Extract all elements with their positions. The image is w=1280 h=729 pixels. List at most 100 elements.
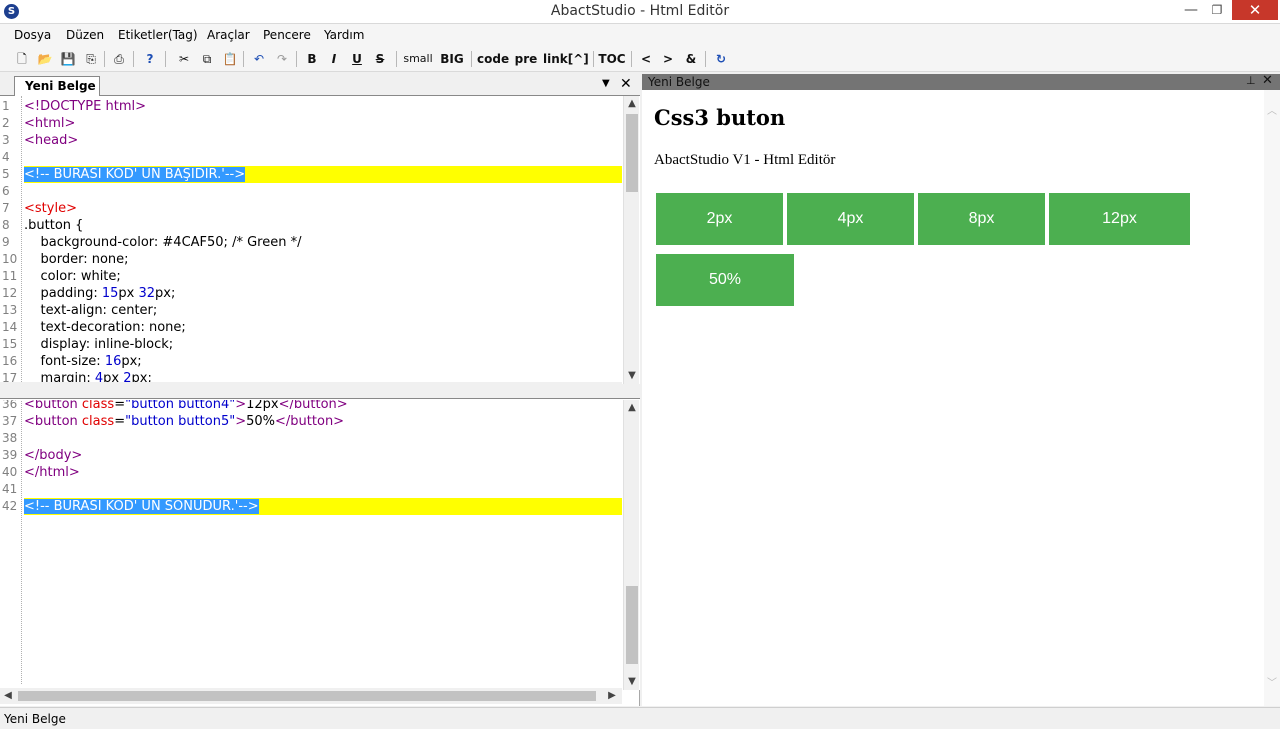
small-button[interactable]: small <box>402 49 434 69</box>
vertical-scrollbar[interactable]: ▲ ▼ <box>623 400 639 690</box>
maximize-button[interactable]: ❐ <box>1206 0 1228 20</box>
code-editor-top[interactable]: 1 2 3 4 5 6 7 8 9 10 11 12 13 14 15 16 17 <!DOCTYPE html… <box>0 96 640 384</box>
big-button[interactable]: BIG <box>439 49 465 69</box>
code-token: <button <box>24 400 82 412</box>
scroll-up-icon[interactable]: ▲ <box>624 96 640 112</box>
menu-araclar[interactable]: Araçlar <box>207 28 250 42</box>
code-line[interactable]: </html> <box>24 464 622 481</box>
code-line[interactable] <box>24 183 622 200</box>
code-token: border: none; <box>24 252 129 267</box>
scroll-up-icon[interactable]: ▲ <box>624 400 640 416</box>
menu-dosya[interactable]: Dosya <box>14 28 51 42</box>
code-line[interactable]: color: white; <box>24 268 622 285</box>
undo-icon[interactable]: ↶ <box>250 49 268 69</box>
code-line[interactable]: text-decoration: none; <box>24 319 622 336</box>
scroll-down-icon[interactable]: ﹀ <box>1264 676 1280 692</box>
bold-button[interactable]: B <box>304 49 320 69</box>
code-text-area[interactable]: <!DOCTYPE html> <html> <head> <!-- BURASI K… <box>24 96 622 384</box>
cut-icon[interactable]: ✂ <box>175 49 193 69</box>
code-line[interactable]: <!DOCTYPE html> <box>24 98 622 115</box>
code-line[interactable]: <style> <box>24 200 622 217</box>
redo-icon[interactable]: ↷ <box>273 49 291 69</box>
scroll-down-icon[interactable]: ▼ <box>624 674 640 690</box>
save-icon[interactable]: 💾 <box>59 49 77 69</box>
code-line[interactable]: text-align: center; <box>24 302 622 319</box>
link-button[interactable]: link[^] <box>543 49 589 69</box>
code-line[interactable]: <head> <box>24 132 622 149</box>
tab-list-dropdown-icon[interactable]: ▼ <box>602 78 610 89</box>
code-line[interactable]: border: none; <box>24 251 622 268</box>
scroll-right-icon[interactable]: ▶ <box>604 688 620 704</box>
greater-than-button[interactable]: > <box>660 49 676 69</box>
underline-button[interactable]: U <box>349 49 365 69</box>
scroll-left-icon[interactable]: ◀ <box>0 688 16 704</box>
code-line[interactable]: <!-- BURASI KOD' UN BAŞIDIR.'--> <box>24 166 622 183</box>
menu-etiketler[interactable]: Etiketler(Tag) <box>118 28 198 42</box>
code-token: display: inline-block; <box>24 337 174 352</box>
tab-yeni-belge[interactable]: Yeni Belge * <box>14 76 100 111</box>
code-line[interactable] <box>24 149 622 166</box>
italic-button[interactable]: I <box>326 49 342 69</box>
toolbar-separator <box>471 51 472 67</box>
code-token: <html> <box>24 116 76 131</box>
code-token: color: white; <box>24 269 121 284</box>
scroll-up-icon[interactable]: ︿ <box>1264 104 1280 120</box>
pin-icon[interactable]: ⊥ <box>1246 74 1256 87</box>
line-number: 40 <box>2 465 18 479</box>
minimize-button[interactable]: — <box>1180 0 1202 20</box>
preview-button-8px[interactable]: 8px <box>918 193 1045 245</box>
preview-button-50-percent[interactable]: 50% <box>656 254 794 306</box>
save-all-icon[interactable]: ⎘ <box>82 49 100 69</box>
scroll-down-icon[interactable]: ▼ <box>624 368 640 384</box>
menu-duzen[interactable]: Düzen <box>66 28 104 42</box>
code-line[interactable]: <button class="button button5">50%</butt… <box>24 413 622 430</box>
code-line[interactable]: <!-- BURASI KOD' UN SONUDUR.'--> <box>24 498 622 515</box>
new-file-icon[interactable]: 🗋 <box>13 49 31 69</box>
preview-button-4px[interactable]: 4px <box>787 193 914 245</box>
code-text-area[interactable]: <button class="button button4">12px</but… <box>24 400 622 684</box>
ampersand-button[interactable]: & <box>683 49 699 69</box>
help-icon[interactable]: ? <box>141 49 159 69</box>
preview-button-2px[interactable]: 2px <box>656 193 783 245</box>
code-token: 16 <box>104 354 122 369</box>
code-button[interactable]: code <box>477 49 509 69</box>
code-line[interactable]: <html> <box>24 115 622 132</box>
strikethrough-button[interactable]: S <box>372 49 388 69</box>
code-line[interactable]: padding: 15px 32px; <box>24 285 622 302</box>
less-than-button[interactable]: < <box>638 49 654 69</box>
refresh-preview-icon[interactable]: ↻ <box>712 49 730 69</box>
horizontal-scrollbar[interactable]: ◀ ▶ <box>0 688 622 704</box>
toolbar-separator <box>296 51 297 67</box>
tab-close-icon[interactable]: ✕ <box>620 76 632 92</box>
paste-icon[interactable]: 📋 <box>221 49 239 69</box>
preview-button-12px[interactable]: 12px <box>1049 193 1190 245</box>
code-line[interactable] <box>24 430 622 447</box>
preview-close-icon[interactable]: ✕ <box>1262 73 1273 88</box>
copy-icon[interactable]: ⧉ <box>198 49 216 69</box>
close-window-button[interactable]: ✕ <box>1232 0 1278 20</box>
line-number: 41 <box>2 482 18 496</box>
code-line[interactable]: .button { <box>24 217 622 234</box>
code-line[interactable] <box>24 481 622 498</box>
code-token: </button> <box>278 400 348 412</box>
print-icon[interactable]: ⎙ <box>110 49 128 69</box>
code-token: 15 <box>101 286 119 301</box>
code-line[interactable]: </body> <box>24 447 622 464</box>
code-editor-bottom[interactable]: 36 37 38 39 40 41 42 <button class="button but… <box>0 400 640 690</box>
preview-vertical-scrollbar[interactable]: ︿ ﹀ <box>1264 90 1280 706</box>
editor-pane: Yeni Belge * ▼ ✕ 12345678910111213141516… <box>0 74 640 706</box>
scrollbar-thumb[interactable] <box>626 114 638 192</box>
line-number: 1 <box>2 99 10 113</box>
menu-yardim[interactable]: Yardım <box>324 28 364 42</box>
code-line[interactable]: font-size: 16px; <box>24 353 622 370</box>
toc-button[interactable]: TOC <box>598 49 626 69</box>
scrollbar-thumb[interactable] <box>626 586 638 664</box>
code-line[interactable]: background-color: #4CAF50; /* Green */ <box>24 234 622 251</box>
code-line[interactable]: <button class="button button4">12px</but… <box>24 400 622 413</box>
code-line[interactable]: display: inline-block; <box>24 336 622 353</box>
vertical-scrollbar[interactable]: ▲ ▼ <box>623 96 639 384</box>
pre-button[interactable]: pre <box>514 49 538 69</box>
menu-pencere[interactable]: Pencere <box>263 28 311 42</box>
open-folder-icon[interactable]: 📂 <box>36 49 54 69</box>
scrollbar-thumb[interactable] <box>18 691 596 701</box>
